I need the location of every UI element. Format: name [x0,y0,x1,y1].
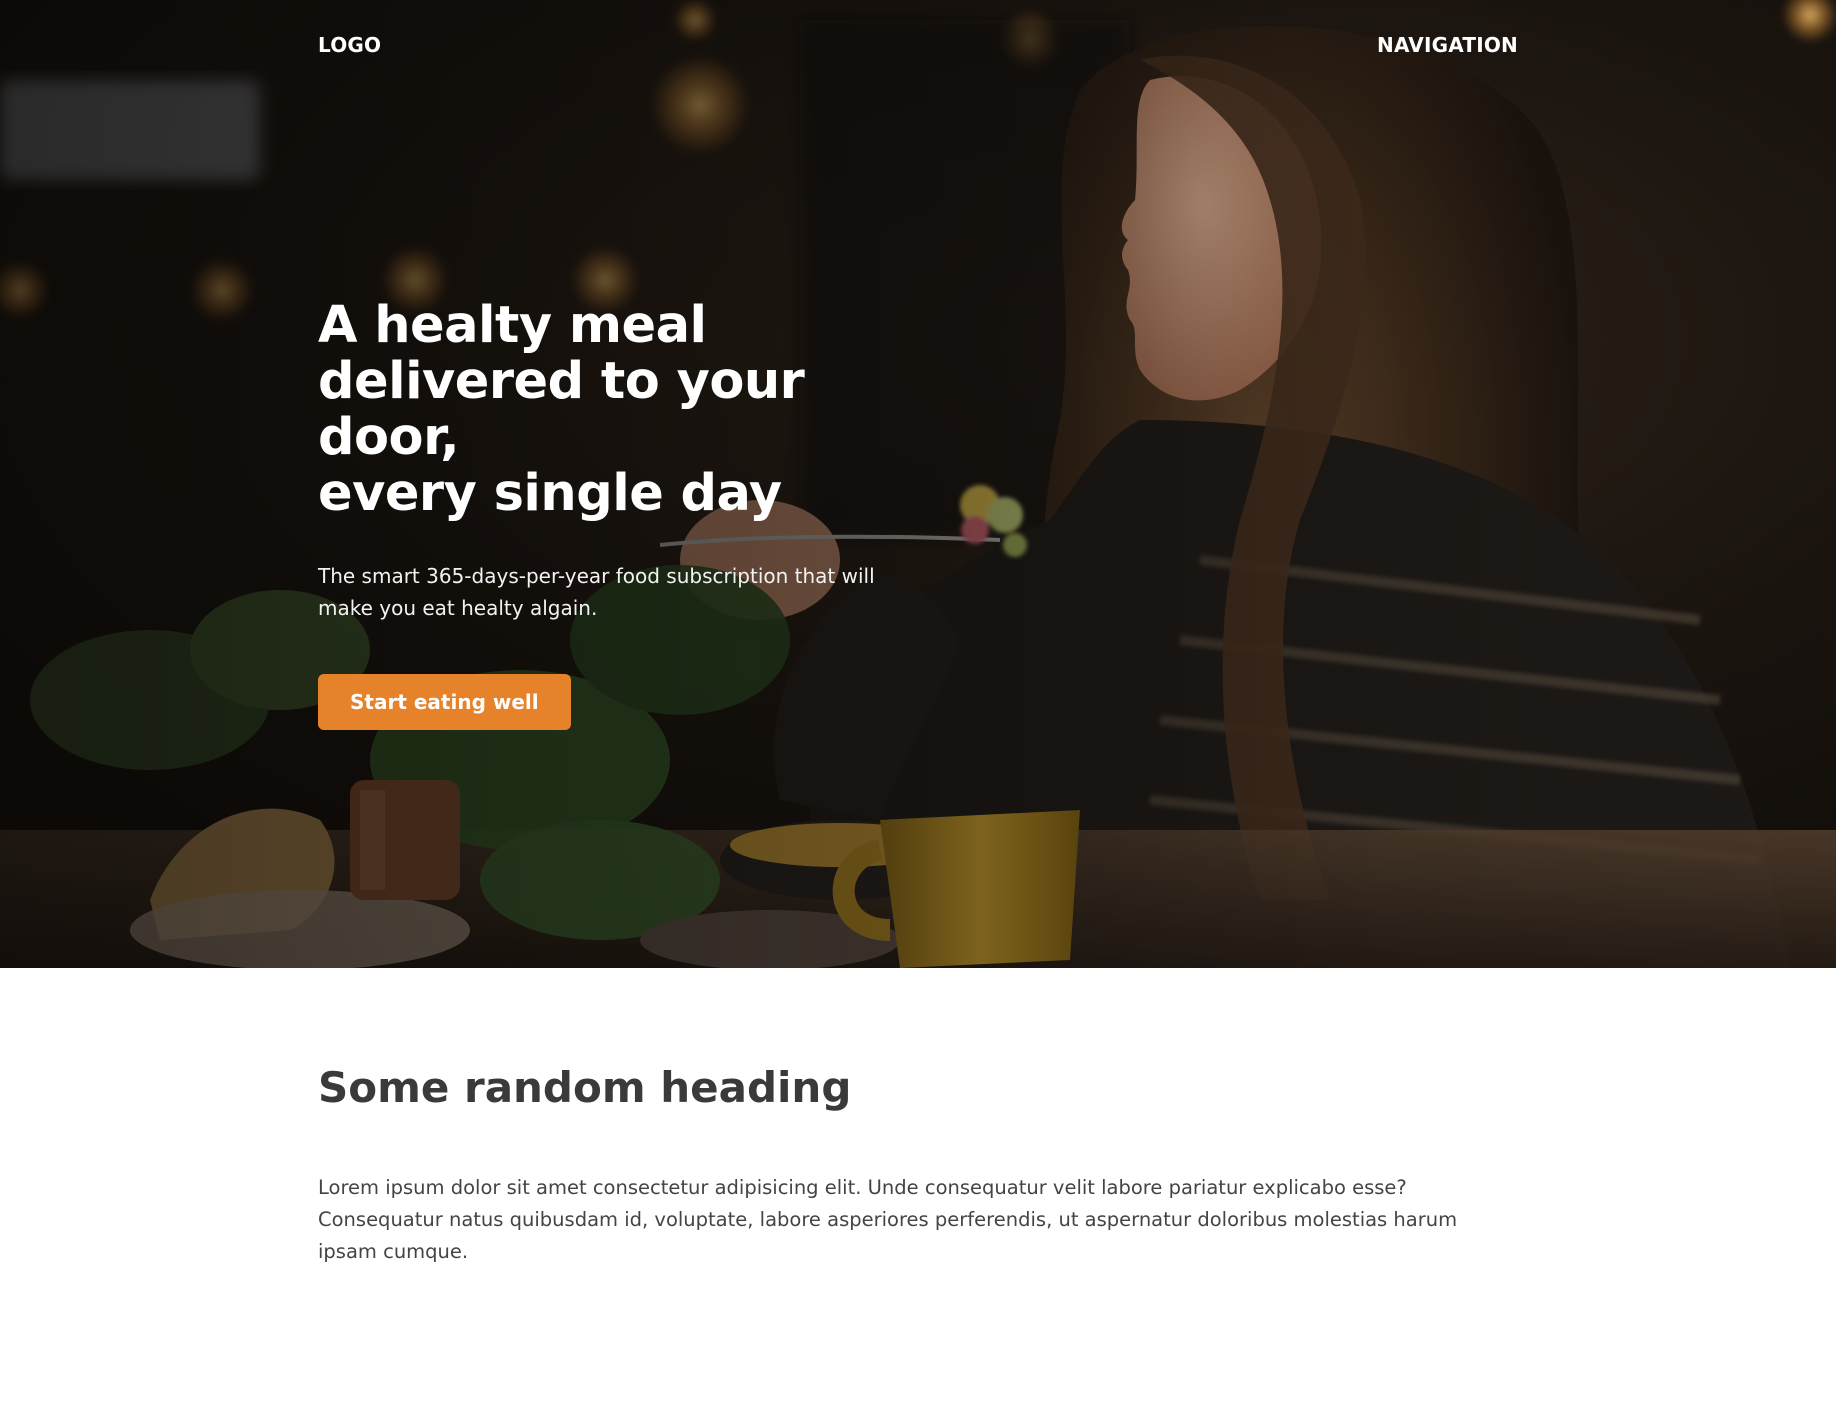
top-bar: LOGO NAVIGATION [318,30,1518,60]
hero-subtitle-line: The smart 365-days-per-year food subscri… [318,564,875,588]
hero-subtitle: The smart 365-days-per-year food subscri… [318,560,878,624]
navigation-link[interactable]: NAVIGATION [1377,33,1518,57]
hero-title: A healty meal delivered to your door, ev… [318,298,938,522]
hero-title-line: A healty meal [318,296,707,355]
section-body-text: Lorem ipsum dolor sit amet consectetur a… [318,1176,1458,1263]
section-heading: Some random heading [318,1063,852,1112]
hero-content: A healty meal delivered to your door, ev… [318,298,958,730]
hero-section: LOGO NAVIGATION A healty meal delivered … [0,0,1836,968]
hero-subtitle-line: make you eat healty algain. [318,596,598,620]
hero-title-line: every single day [318,464,782,523]
start-eating-well-button[interactable]: Start eating well [318,674,571,730]
logo[interactable]: LOGO [318,33,381,57]
hero-title-line: delivered to your door, [318,352,805,467]
content-section: Some random heading Lorem ipsum dolor si… [318,1060,1518,1268]
